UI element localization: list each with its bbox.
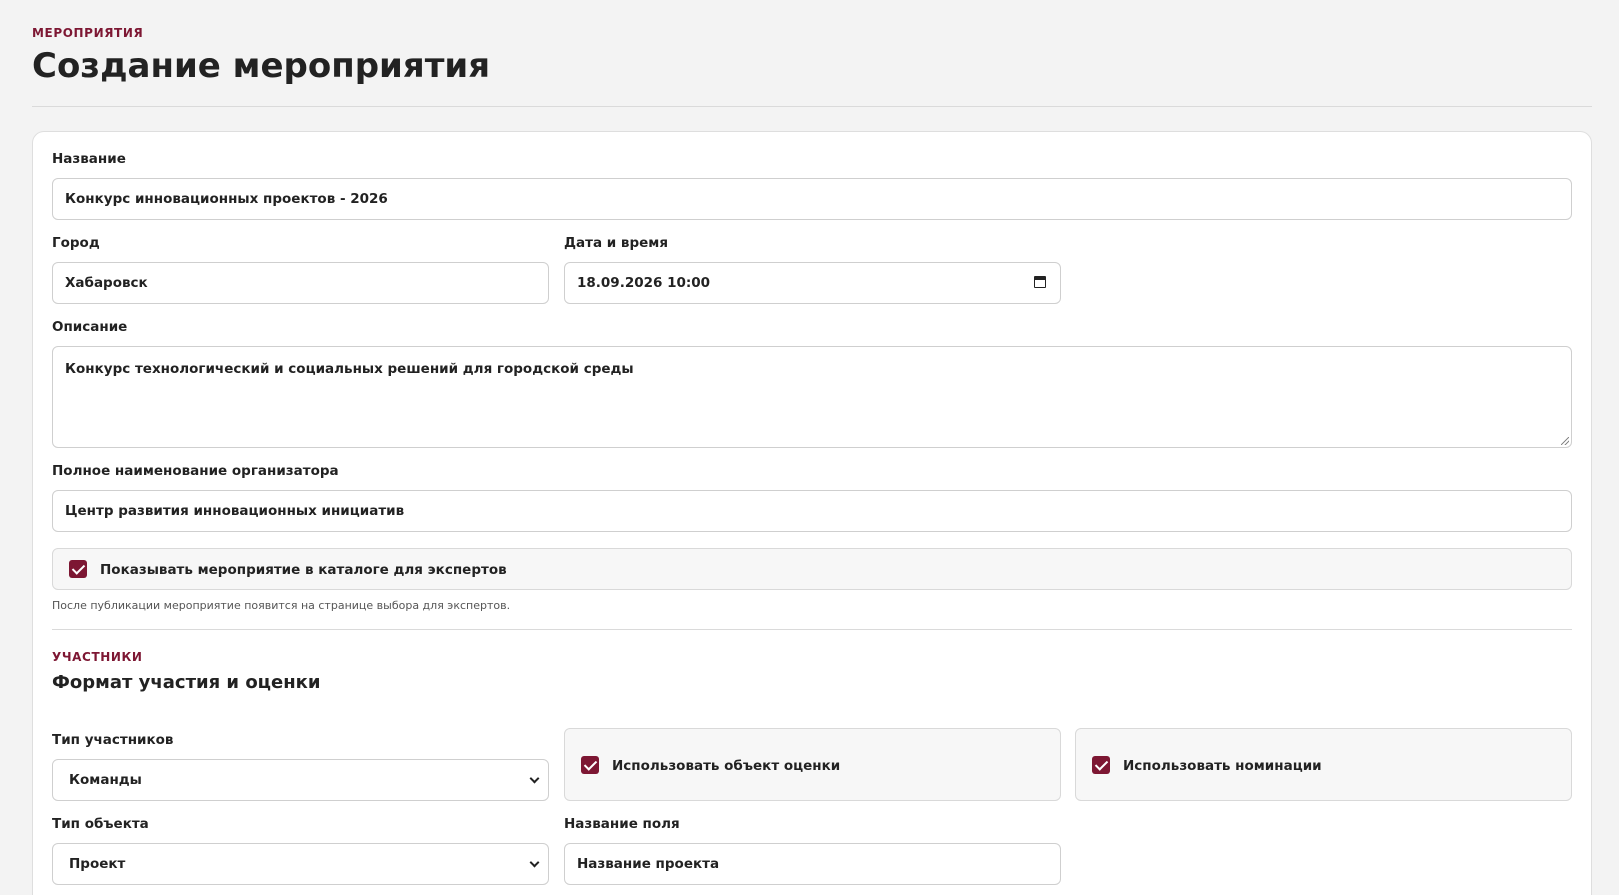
field-name-label: Название поля [564, 816, 680, 832]
page-title: Создание мероприятия [32, 46, 491, 86]
description-value: Конкурс технологический и социальных реш… [65, 361, 634, 377]
participant-type-value: Команды [69, 772, 142, 788]
description-label: Описание [52, 319, 128, 335]
use-nominations-option[interactable]: Использовать номинации [1075, 728, 1572, 801]
chevron-down-icon [529, 773, 540, 784]
object-type-value: Проект [69, 856, 126, 872]
field-name-value: Название проекта [577, 856, 720, 872]
use-object-option[interactable]: Использовать объект оценки [564, 728, 1061, 801]
datetime-input[interactable]: 18.09.2026 10:00 [564, 262, 1061, 304]
chevron-down-icon [529, 857, 540, 868]
name-label: Название [52, 151, 126, 167]
organizer-input[interactable]: Центр развития инновационных инициатив [52, 490, 1572, 532]
participant-type-select[interactable]: Команды [52, 759, 549, 801]
section-eyebrow: УЧАСТНИКИ [52, 650, 143, 664]
section-title: Формат участия и оценки [52, 672, 321, 693]
field-name-input[interactable]: Название проекта [564, 843, 1061, 885]
catalog-hint: После публикации мероприятие появится на… [52, 599, 511, 612]
participant-type-label: Тип участников [52, 732, 174, 748]
catalog-checkbox[interactable] [69, 560, 87, 578]
object-type-select[interactable]: Проект [52, 843, 549, 885]
use-object-label[interactable]: Использовать объект оценки [612, 758, 840, 774]
name-value: Конкурс инновационных проектов - 2026 [65, 191, 388, 207]
city-input[interactable]: Хабаровск [52, 262, 549, 304]
page-header: МЕРОПРИЯТИЯ Создание мероприятия [32, 26, 1592, 87]
description-textarea[interactable]: Конкурс технологический и социальных реш… [52, 346, 1572, 448]
section-divider [52, 629, 1572, 630]
use-nominations-checkbox[interactable] [1092, 756, 1110, 774]
catalog-label[interactable]: Показывать мероприятие в каталоге для эк… [100, 562, 507, 578]
event-form-card: Название Конкурс инновационных проектов … [32, 131, 1592, 895]
organizer-label: Полное наименование организатора [52, 463, 339, 479]
datetime-value: 18.09.2026 10:00 [577, 275, 711, 291]
resize-handle-icon[interactable] [1561, 437, 1569, 445]
header-divider [32, 106, 1592, 107]
name-input[interactable]: Конкурс инновационных проектов - 2026 [52, 178, 1572, 220]
use-object-checkbox[interactable] [581, 756, 599, 774]
use-nominations-label[interactable]: Использовать номинации [1123, 758, 1322, 774]
catalog-option[interactable]: Показывать мероприятие в каталоге для эк… [52, 548, 1572, 590]
datetime-label: Дата и время [564, 235, 668, 251]
object-type-label: Тип объекта [52, 816, 149, 832]
city-value: Хабаровск [65, 275, 148, 291]
city-label: Город [52, 235, 100, 251]
organizer-value: Центр развития инновационных инициатив [65, 503, 405, 519]
breadcrumb: МЕРОПРИЯТИЯ [32, 26, 144, 40]
calendar-icon[interactable] [1034, 276, 1046, 288]
